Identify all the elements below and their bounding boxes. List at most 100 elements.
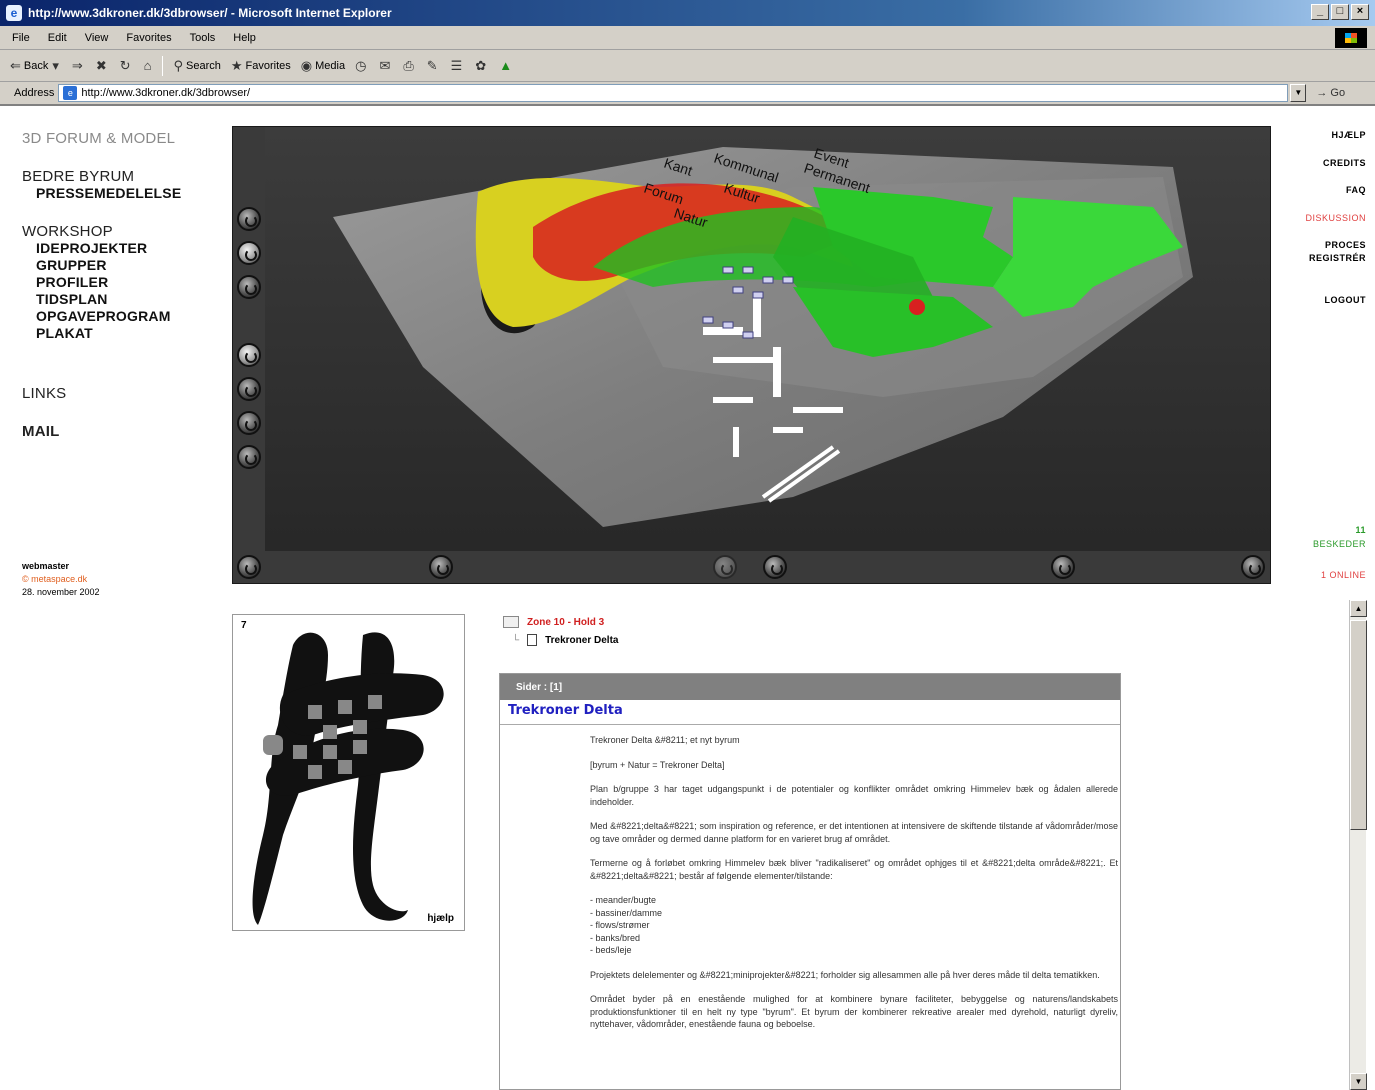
refresh-button[interactable]: ↻	[120, 58, 134, 74]
nav-grupper[interactable]: GRUPPER	[36, 257, 107, 273]
list-item: - bassiner/damme	[590, 907, 663, 918]
print-icon: ⎙	[403, 57, 414, 73]
article-paragraph: Plan b/gruppe 3 har taget udgangspunkt i…	[590, 784, 1118, 807]
tilt-up-button[interactable]	[1051, 555, 1075, 579]
nav-profiler[interactable]: PROFILER	[36, 274, 108, 290]
nav-links[interactable]: LINKS	[22, 385, 66, 402]
mail-icon: ✉	[379, 57, 391, 73]
nav-hjaelp[interactable]: HJÆLP	[1331, 130, 1366, 140]
pan-left-button[interactable]	[237, 555, 261, 579]
back-label: Back	[23, 59, 49, 72]
nav-pressemeddelelse[interactable]: PRESSEMEDELELSE	[36, 185, 181, 201]
maximize-button[interactable]: □	[1331, 4, 1349, 20]
window-titlebar: e http://www.3dkroner.dk/3dbrowser/ - Mi…	[0, 0, 1375, 26]
menu-view[interactable]: View	[85, 32, 109, 44]
tree-doc-label: Trekroner Delta	[545, 634, 619, 646]
back-button[interactable]: ⇐ Back ▾	[10, 58, 62, 74]
print-button[interactable]: ⎙	[403, 58, 416, 74]
ie-icon: e	[6, 5, 22, 21]
favorites-button[interactable]: ★ Favorites	[231, 58, 291, 74]
scroll-thumb[interactable]	[1350, 620, 1367, 830]
media-icon: ◉	[300, 57, 313, 73]
scroll-down-button[interactable]: ▼	[1350, 1073, 1367, 1090]
nav-proces[interactable]: PROCES	[1325, 240, 1366, 250]
address-dropdown[interactable]: ▼	[1290, 84, 1307, 102]
play-button[interactable]	[763, 555, 787, 579]
refresh-icon: ↻	[119, 57, 131, 73]
article-title[interactable]: Trekroner Delta	[508, 703, 1120, 718]
article-paragraph: Med &#8221;delta&#8221; som inspiration …	[590, 821, 1118, 844]
tree-document[interactable]: └ Trekroner Delta	[512, 634, 618, 646]
history-button[interactable]: ◷	[355, 58, 369, 74]
list-item: - meander/bugte	[590, 895, 657, 905]
address-field[interactable]: e http://www.3dkroner.dk/3dbrowser/	[58, 84, 1289, 102]
webmaster-date: 28. november 2002	[22, 587, 100, 597]
nav-ideprojekter[interactable]: IDEPROJEKTER	[36, 240, 147, 256]
article-pager[interactable]: Sider : [1]	[500, 674, 1120, 700]
webmaster-email-link[interactable]: © metaspace.dk	[22, 574, 87, 584]
view-perspective-button[interactable]	[237, 377, 261, 401]
cd-button[interactable]: ▲	[499, 58, 515, 73]
nav-diskussion[interactable]: DISKUSSION	[1305, 213, 1366, 223]
mail-button[interactable]: ✉	[379, 58, 393, 74]
nav-beskeder[interactable]: BESKEDER	[1313, 539, 1366, 549]
menu-bar: File Edit View Favorites Tools Help	[0, 26, 1375, 50]
nav-logout[interactable]: LOGOUT	[1325, 295, 1367, 305]
messenger-button[interactable]: ✿	[475, 58, 489, 74]
play-disabled-button[interactable]	[713, 555, 737, 579]
view-front-button[interactable]	[237, 445, 261, 469]
home-button[interactable]: ⌂	[144, 58, 155, 73]
tilt-down-button[interactable]	[429, 555, 453, 579]
nav-tidsplan[interactable]: TIDSPLAN	[36, 291, 108, 307]
menu-file[interactable]: File	[12, 32, 30, 44]
article-divider	[500, 724, 1120, 725]
scroll-up-button[interactable]: ▲	[1350, 600, 1367, 617]
edit-button[interactable]: ✎	[427, 58, 441, 74]
close-button[interactable]: ×	[1351, 4, 1369, 20]
stop-button[interactable]: ✖	[96, 58, 110, 74]
view-side-button[interactable]	[237, 411, 261, 435]
media-button[interactable]: ◉ Media	[301, 58, 345, 74]
minimap-help-link[interactable]: hjælp	[427, 913, 454, 924]
article-panel: Sider : [1] Trekroner Delta Trekroner De…	[499, 673, 1121, 1090]
menu-favorites[interactable]: Favorites	[126, 32, 171, 44]
minimize-button[interactable]: _	[1311, 4, 1329, 20]
page-scrollbar[interactable]: ▲ ▼	[1349, 600, 1367, 1090]
view-top-button[interactable]	[237, 343, 261, 367]
menu-edit[interactable]: Edit	[48, 32, 67, 44]
nav-registrer[interactable]: REGISTRÉR	[1309, 253, 1366, 263]
media-label: Media	[315, 59, 346, 72]
nav-mail[interactable]: MAIL	[22, 423, 59, 440]
nav-faq[interactable]: FAQ	[1346, 185, 1366, 195]
history-icon: ◷	[355, 57, 367, 73]
nav-workshop[interactable]: WORKSHOP	[22, 223, 113, 240]
article-paragraph: Projektets delelementer og &#8221;minipr…	[590, 969, 1100, 980]
pan-right-button[interactable]	[1241, 555, 1265, 579]
marker-red	[909, 299, 925, 315]
address-label: Address	[14, 87, 55, 99]
zoom-in-button[interactable]	[237, 241, 261, 265]
zone-minimap[interactable]: 7 hjælp	[232, 614, 465, 931]
page-icon: e	[63, 86, 78, 100]
search-button[interactable]: ⚲ Search	[173, 58, 220, 74]
online-count[interactable]: 1 ONLINE	[1321, 570, 1366, 580]
forward-button[interactable]: ⇒	[72, 58, 86, 74]
nav-plakat[interactable]: PLAKAT	[36, 325, 93, 341]
rotate-left-button[interactable]	[237, 207, 261, 231]
nav-bedre-byrum[interactable]: BEDRE BYRUM	[22, 168, 134, 185]
window-title: http://www.3dkroner.dk/3dbrowser/ - Micr…	[28, 6, 392, 20]
menu-help[interactable]: Help	[233, 32, 256, 44]
discuss-button[interactable]: ☰	[451, 58, 466, 74]
zoom-out-button[interactable]	[237, 275, 261, 299]
cd-icon: ▲	[499, 58, 513, 73]
nav-opgaveprogram[interactable]: OPGAVEPROGRAM	[36, 308, 171, 324]
3d-model-viewer[interactable]: Kant Kommunal Event Permanent Forum Kult…	[232, 126, 1271, 584]
list-item: - banks/bred	[590, 932, 641, 943]
site-title[interactable]: 3D FORUM & MODEL	[22, 130, 175, 147]
discuss-icon: ☰	[450, 57, 463, 73]
go-button[interactable]: → Go	[1316, 87, 1345, 99]
message-count: 11	[1355, 525, 1366, 535]
tree-folder[interactable]: Zone 10 - Hold 3	[503, 616, 604, 628]
nav-credits[interactable]: CREDITS	[1323, 158, 1366, 168]
menu-tools[interactable]: Tools	[190, 32, 216, 44]
